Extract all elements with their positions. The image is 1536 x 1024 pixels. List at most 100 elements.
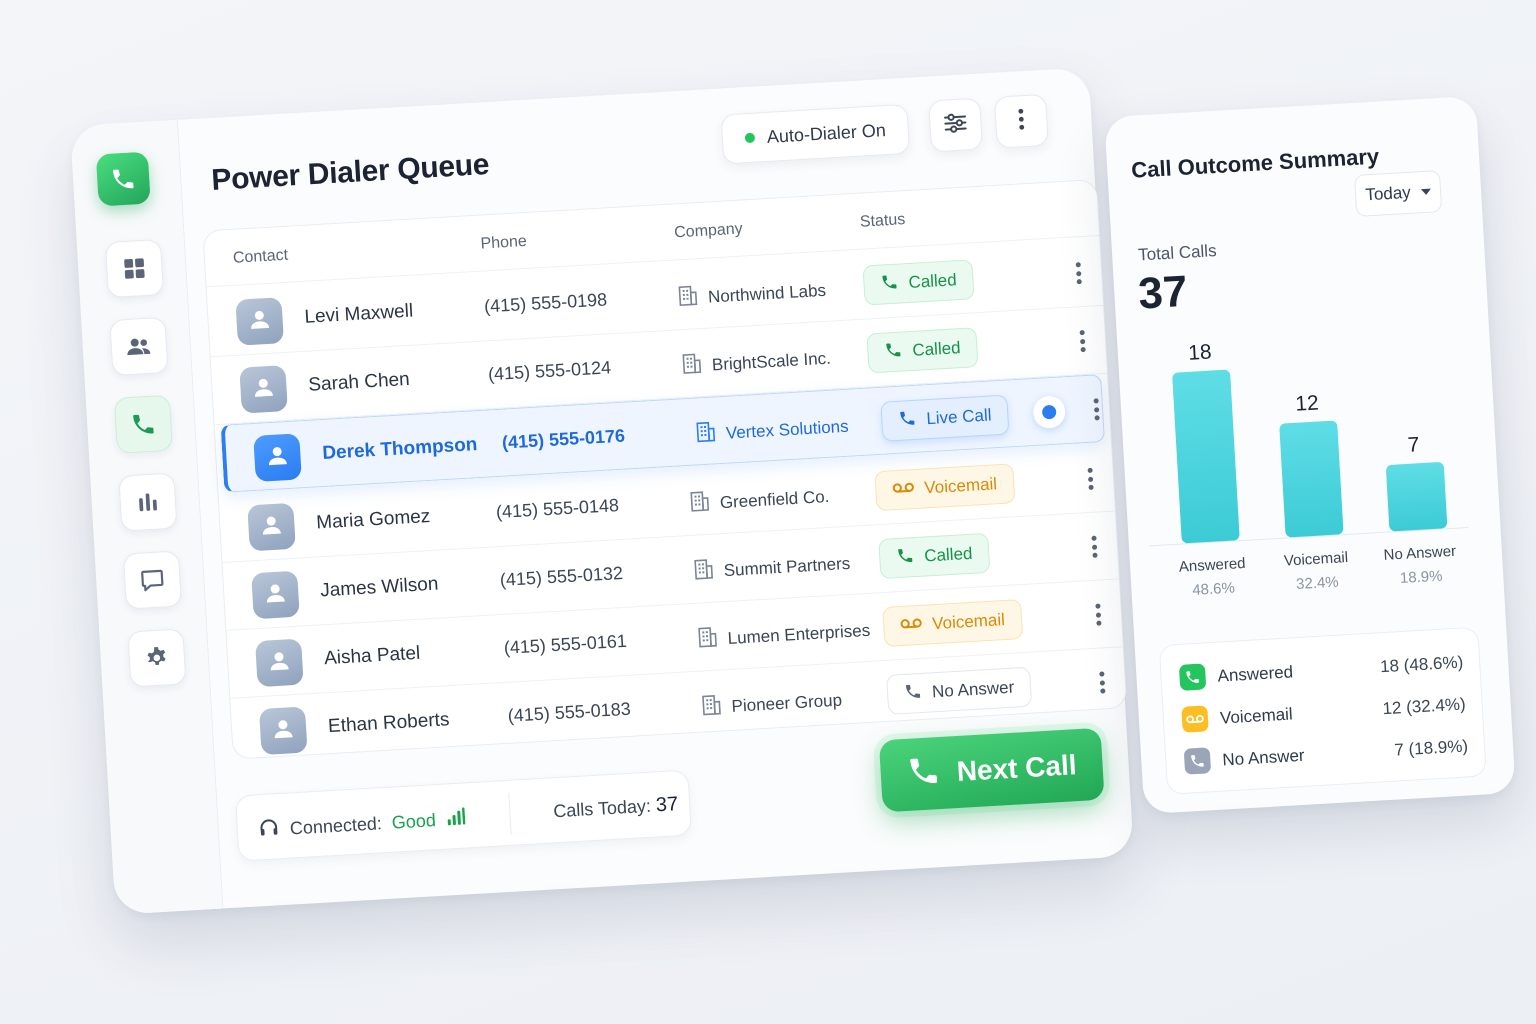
voicemail-icon — [900, 615, 923, 636]
row-menu-button[interactable] — [1090, 395, 1102, 424]
avatar — [258, 706, 308, 756]
bar-value-label: 12 — [1295, 391, 1320, 415]
row-menu-button[interactable] — [1076, 327, 1088, 356]
company-name: Northwind Labs — [707, 280, 827, 307]
auto-dialer-toggle[interactable]: Auto-Dialer On — [720, 103, 911, 165]
calls-today-value: 37 — [655, 793, 679, 817]
status-label: Called — [923, 543, 973, 566]
contact-name: Levi Maxwell — [303, 300, 414, 328]
stage: Power Dialer Queue Auto-Dialer On Contac… — [0, 0, 1536, 1024]
contact-company: Lumen Enterprises — [697, 617, 871, 654]
status-label: Called — [907, 270, 958, 292]
total-calls-label: Total Calls — [1137, 241, 1218, 265]
auto-dialer-label: Auto-Dialer On — [766, 119, 887, 147]
user-icon — [251, 374, 277, 404]
row-menu-button[interactable] — [1092, 600, 1104, 629]
headset-icon — [257, 816, 281, 844]
row-menu-button[interactable] — [1084, 465, 1096, 494]
building-icon — [693, 558, 715, 586]
calls-today: Calls Today: 37 — [553, 793, 679, 823]
column-header-contact: Contact — [232, 246, 289, 267]
avatar — [235, 297, 284, 346]
more-vertical-icon — [1017, 107, 1027, 136]
building-icon — [701, 693, 723, 721]
contact-phone: (415) 555-0132 — [499, 562, 624, 591]
row-menu-button[interactable] — [1088, 533, 1100, 562]
nav-messages-button[interactable] — [122, 550, 182, 610]
phone-icon — [904, 681, 923, 705]
more-options-button[interactable] — [993, 93, 1049, 149]
contact-name: Sarah Chen — [307, 368, 411, 396]
bar-value-label: 7 — [1407, 433, 1420, 457]
building-icon — [689, 490, 711, 518]
percent-label: 48.6% — [1192, 580, 1235, 599]
contact-phone: (415) 555-0161 — [503, 630, 628, 658]
nav-contacts-button[interactable] — [109, 316, 169, 376]
nav-reports-button[interactable] — [118, 472, 178, 532]
percent-label: 32.4% — [1296, 574, 1339, 593]
company-name: BrightScale Inc. — [711, 348, 832, 374]
building-icon — [681, 352, 703, 380]
status-badge-live: Live Call — [880, 394, 1010, 442]
legend-value: 18 (48.6%) — [1379, 652, 1464, 677]
contact-company: Northwind Labs — [677, 277, 826, 312]
contact-phone: (415) 555-0176 — [501, 425, 626, 453]
call-outcome-summary-card: Call Outcome Summary Today Total Calls 3… — [1104, 95, 1516, 815]
nav-calls-button[interactable] — [113, 394, 173, 454]
avatar — [239, 365, 288, 414]
legend-label: No Answer — [1221, 745, 1306, 770]
contact-name: Maria Gomez — [315, 505, 431, 534]
sidebar — [70, 119, 224, 915]
contact-name: James Wilson — [319, 573, 439, 602]
connection-status: Connected: Good — [257, 805, 466, 844]
avatar — [255, 638, 304, 688]
column-header-phone: Phone — [480, 232, 528, 253]
bar-no-answer — [1386, 462, 1448, 532]
phone-icon — [130, 411, 157, 438]
outcome-bar-chart: 18 Answered 48.6% 12 Voicemail 32.4% 7 No Answe… — [1148, 341, 1469, 599]
phone-icon — [896, 546, 915, 570]
row-menu-button[interactable] — [1072, 259, 1084, 288]
summary-title: Call Outcome Summary — [1130, 143, 1380, 183]
legend-label: Answered — [1217, 662, 1294, 686]
grid-icon — [121, 255, 148, 282]
user-icon — [267, 648, 293, 678]
next-call-label: Next Call — [955, 749, 1078, 788]
contact-name: Aisha Patel — [323, 642, 421, 670]
row-menu-button[interactable] — [1096, 668, 1108, 697]
nav-settings-button[interactable] — [127, 628, 187, 688]
legend-item-no-answer: No Answer 7 (18.9%) — [1183, 730, 1469, 776]
gear-icon — [143, 644, 170, 671]
category-label: No Answer — [1383, 543, 1456, 564]
caret-down-icon — [1420, 188, 1431, 196]
voicemail-icon — [1181, 705, 1209, 733]
filter-button[interactable] — [928, 97, 983, 153]
period-select[interactable]: Today — [1353, 170, 1443, 217]
total-calls-value: 37 — [1137, 266, 1189, 319]
phone-icon — [906, 752, 942, 795]
contact-phone: (415) 555-0183 — [507, 698, 632, 726]
user-icon — [247, 306, 273, 336]
status-badge: Called — [862, 259, 975, 306]
legend-item-voicemail: Voicemail 12 (32.4%) — [1181, 688, 1466, 734]
contact-company: Summit Partners — [693, 550, 851, 586]
status-label: Voicemail — [923, 474, 998, 498]
divider — [508, 792, 512, 835]
nav-dashboard-button[interactable] — [104, 238, 164, 299]
sliders-icon — [942, 110, 970, 140]
contact-company: Vertex Solutions — [695, 413, 849, 449]
connected-label: Connected: — [289, 813, 383, 839]
contact-name: Ethan Roberts — [327, 709, 450, 738]
signal-icon — [445, 806, 466, 832]
period-value: Today — [1364, 182, 1412, 205]
phone-icon — [880, 272, 899, 296]
next-call-button[interactable]: Next Call — [878, 727, 1105, 813]
company-name: Greenfield Co. — [719, 486, 830, 512]
status-badge: Called — [866, 327, 979, 374]
status-label: Voicemail — [931, 610, 1006, 634]
status-bar: Connected: Good Calls Today: 37 — [234, 769, 692, 862]
column-header-status: Status — [859, 211, 906, 231]
contact-company: Pioneer Group — [701, 687, 843, 722]
user-icon — [265, 442, 291, 472]
status-badge: Voicemail — [882, 599, 1023, 647]
